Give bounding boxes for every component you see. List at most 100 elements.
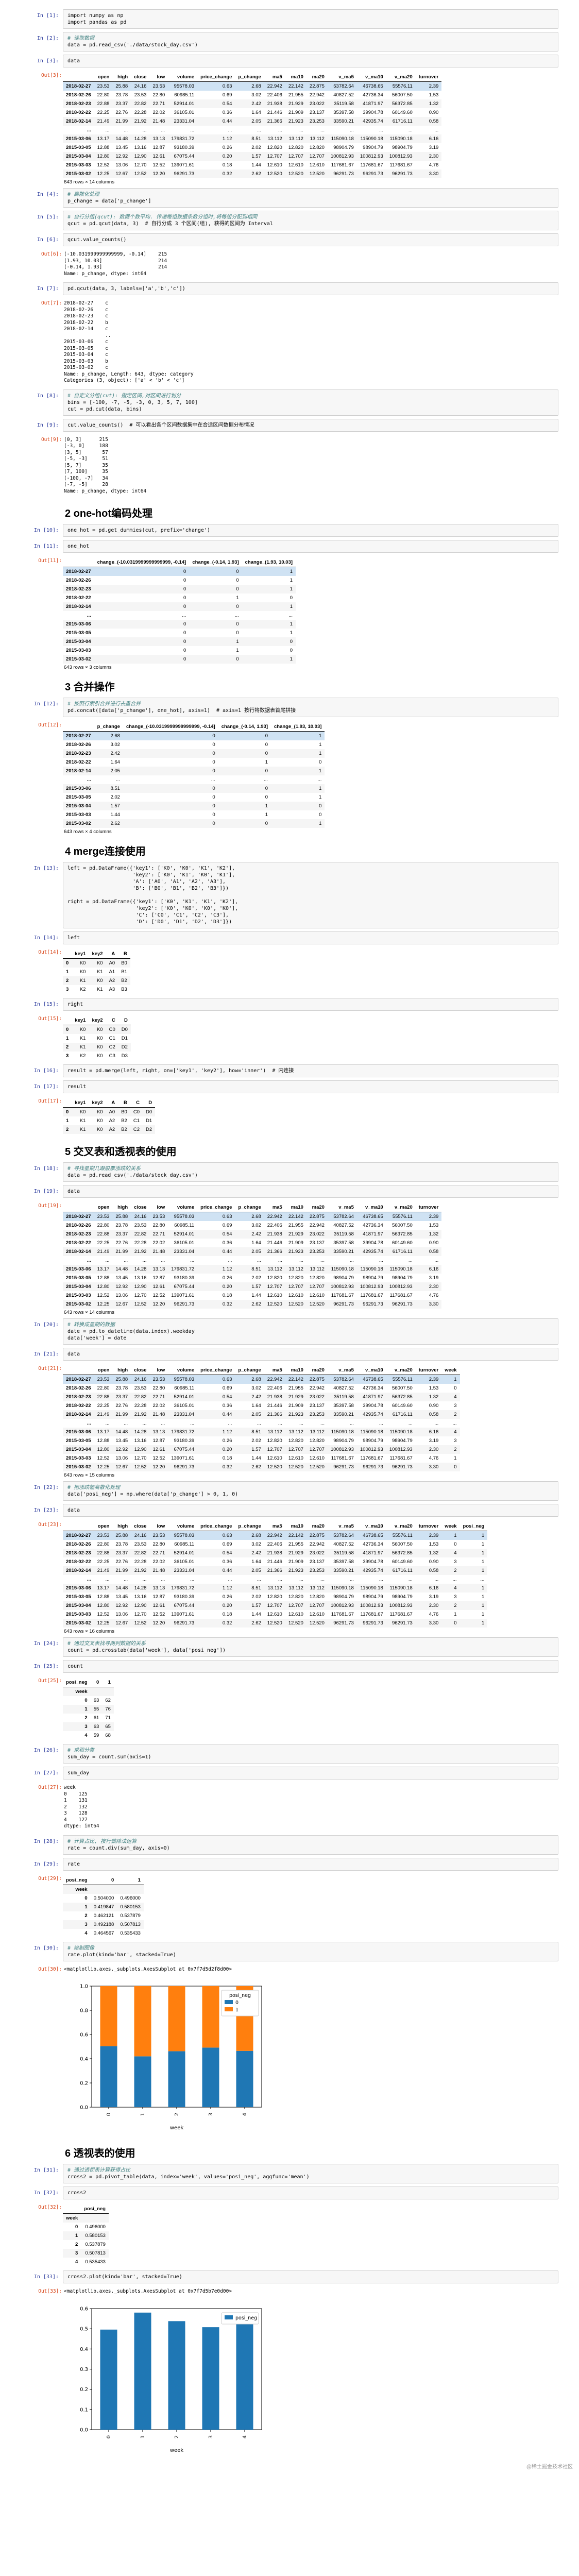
- code-cell[interactable]: In [19]: data: [0, 1185, 579, 1198]
- table-row: 1 K0 K1 A1 B1: [63, 968, 130, 976]
- code-cell[interactable]: In [14]: left: [0, 931, 579, 944]
- code-editor[interactable]: # 离散化处理 p_change = data['p_change']: [63, 188, 558, 208]
- code-cell[interactable]: In [15]: right: [0, 998, 579, 1011]
- code-cell[interactable]: In [16]: result = pd.merge(left, right, o…: [0, 1064, 579, 1077]
- table-row: 2 0.537879: [63, 2240, 109, 2249]
- code-editor[interactable]: left: [63, 931, 558, 944]
- column-header: ma5: [272, 1523, 282, 1529]
- code-editor[interactable]: data: [63, 55, 558, 67]
- column-header: volume: [177, 1367, 195, 1373]
- table-cell: 1: [319, 742, 322, 748]
- code-cell[interactable]: In [3]: data: [0, 55, 579, 67]
- code-editor[interactable]: result = pd.merge(left, right, on=['key1…: [63, 1064, 558, 1077]
- code-editor[interactable]: data: [63, 1348, 558, 1361]
- table-cell: 22.71: [152, 101, 165, 107]
- column-header: ma5: [272, 1205, 282, 1210]
- code-editor[interactable]: pd.qcut(data, 3, labels=['a','b','c']): [63, 282, 558, 295]
- code-cell[interactable]: In [18]: # 寻找星期几跟股票涨跌的关系 data = pd.read_cs…: [0, 1162, 579, 1182]
- code-line: result = pd.merge(left, right, on=['key1…: [67, 1068, 294, 1074]
- code-editor[interactable]: result: [63, 1080, 558, 1093]
- code-cell[interactable]: In [32]: cross2: [0, 2187, 579, 2199]
- table-cell: 23.137: [309, 110, 325, 115]
- table-cell: 23.53: [134, 1385, 147, 1391]
- row-index: 2015-03-04: [66, 154, 91, 159]
- code-cell[interactable]: In [5]: # 自行分组(qcut): 数据个数平均. 传递每组数据条数分组时…: [0, 211, 579, 230]
- table-cell: 41871.97: [363, 1231, 383, 1237]
- code-editor[interactable]: # 寻找星期几跟股票涨跌的关系 data = pd.read_csv('./dat…: [63, 1162, 558, 1182]
- code-cell[interactable]: In [8]: # 自定义分组(cut): 指定区间,对区间进行划分 bins = …: [0, 389, 579, 416]
- output-prompt: [0, 1978, 63, 1982]
- code-editor[interactable]: qcut.value_counts(): [63, 233, 558, 246]
- code-cell[interactable]: In [11]: one_hot: [0, 540, 579, 553]
- column-header: C: [136, 1100, 140, 1106]
- table-cell: 1: [290, 630, 293, 636]
- row-index: ...: [87, 1258, 91, 1263]
- code-cell[interactable]: In [17]: result: [0, 1080, 579, 1093]
- code-editor[interactable]: cut.value_counts() # 可以看出各个区间数据集中在合适区间数据…: [63, 418, 558, 432]
- code-editor[interactable]: data: [63, 1185, 558, 1198]
- table-row: 2018-02-23 2.42 0 0 1: [63, 749, 325, 758]
- table-cell: D1: [121, 1036, 128, 1041]
- code-editor[interactable]: # 转换成星期的数据 date = pd.to_datetime(data.ind…: [63, 1318, 558, 1345]
- code-editor[interactable]: data: [63, 1504, 558, 1517]
- code-cell[interactable]: In [25]: count: [0, 1660, 579, 1673]
- code-cell[interactable]: In [30]: # 绘制图像 rate.plot(kind='bar', stac…: [0, 1941, 579, 1961]
- code-cell[interactable]: In [26]: # 求和分类 sum_day = count.sum(axis=1…: [0, 1744, 579, 1764]
- code-cell[interactable]: In [10]: one_hot = pd.get_dummies(cut, pr…: [0, 524, 579, 537]
- code-editor[interactable]: import numpy as np import pandas as pd: [63, 9, 558, 29]
- code-editor[interactable]: # 自定义分组(cut): 指定区间,对区间进行划分 bins = [-100, …: [63, 389, 558, 416]
- code-cell[interactable]: In [29]: rate: [0, 1857, 579, 1871]
- code-editor[interactable]: sum_day: [63, 1767, 558, 1780]
- table-cell: 0.58: [429, 1249, 439, 1255]
- table-cell: 21.955: [288, 1223, 303, 1228]
- code-editor[interactable]: cross2: [63, 2187, 558, 2199]
- table-cell: ...: [349, 1577, 354, 1582]
- code-cell[interactable]: In [20]: # 转换成星期的数据 date = pd.to_datetime(…: [0, 1318, 579, 1345]
- code-editor[interactable]: # 计算占比, 按行做除法运算 rate = count.div(sum_day,…: [63, 1835, 558, 1855]
- code-cell[interactable]: In [12]: # 按照行索引合并进行去重合并 pd.concat([data['…: [0, 698, 579, 717]
- code-editor[interactable]: # 通过透视表计算获得占比 cross2 = pd.pivot_table(dat…: [63, 2164, 558, 2183]
- code-cell[interactable]: In [13]: left = pd.DataFrame({'key1': ['K…: [0, 862, 579, 928]
- code-cell[interactable]: In [2]: # 读取数据 data = pd.read_csv('./data/…: [0, 32, 579, 52]
- code-editor[interactable]: one_hot = pd.get_dummies(cut, prefix='ch…: [63, 524, 558, 537]
- table-cell: 115090.18: [389, 1429, 413, 1435]
- x-tick-label: 2: [174, 2113, 180, 2116]
- table-cell: 100812.93: [360, 154, 383, 159]
- code-editor[interactable]: # 把涨跌幅离散化处理 data['posi_neg'] = np.where(d…: [63, 1481, 558, 1501]
- code-cell[interactable]: In [28]: # 计算占比, 按行做除法运算 rate = count.div(…: [0, 1835, 579, 1855]
- code-cell[interactable]: In [6]: qcut.value_counts(): [0, 233, 579, 246]
- code-editor[interactable]: one_hot: [63, 540, 558, 553]
- table-cell: ...: [408, 1577, 413, 1582]
- code-editor[interactable]: cross2.plot(kind='bar', stacked=True): [63, 2270, 558, 2283]
- code-editor[interactable]: # 按照行索引合并进行去重合并 pd.concat([data['p_change…: [63, 698, 558, 717]
- code-cell[interactable]: In [27]: sum_day: [0, 1767, 579, 1780]
- code-cell[interactable]: In [31]: # 通过透视表计算获得占比 cross2 = pd.pivot_t…: [0, 2164, 579, 2183]
- code-editor[interactable]: # 读取数据 data = pd.read_csv('./data/stock_d…: [63, 32, 558, 52]
- table-header-row: key1 key2 A B: [63, 950, 130, 959]
- table-cell: 1.57: [251, 154, 261, 159]
- code-editor[interactable]: # 绘制图像 rate.plot(kind='bar', stacked=True…: [63, 1941, 558, 1961]
- code-editor[interactable]: rate: [63, 1857, 558, 1871]
- code-editor[interactable]: # 自行分组(qcut): 数据个数平均. 传递每组数据条数分组时,将每组分配到…: [63, 211, 558, 230]
- code-cell[interactable]: In [21]: data: [0, 1348, 579, 1361]
- cell-body: open high close low volume price_change p_chan…: [63, 1364, 558, 1478]
- code-cell[interactable]: In [9]: cut.value_counts() # 可以看出各个区间数据集中…: [0, 418, 579, 432]
- code-editor[interactable]: left = pd.DataFrame({'key1': ['K0', 'K0'…: [63, 862, 558, 928]
- row-index: 2018-02-27: [66, 569, 91, 574]
- code-editor[interactable]: right: [63, 998, 558, 1011]
- output-cell: Out[7]: 2018-02-27 c 2018-02-26 c 2018-02-2…: [0, 298, 579, 386]
- code-cell[interactable]: In [1]: import numpy as np import pandas a…: [0, 9, 579, 29]
- code-cell[interactable]: In [23]: data: [0, 1504, 579, 1517]
- column-header: p_change: [97, 724, 120, 730]
- code-cell[interactable]: In [7]: pd.qcut(data, 3, labels=['a','b',…: [0, 282, 579, 295]
- code-editor[interactable]: count: [63, 1660, 558, 1673]
- cell-body: cut.value_counts() # 可以看出各个区间数据集中在合适区间数据…: [63, 418, 558, 432]
- code-cell[interactable]: In [33]: cross2.plot(kind='bar', stacked=…: [0, 2270, 579, 2283]
- code-cell[interactable]: In [4]: # 离散化处理 p_change = data['p_change'…: [0, 188, 579, 208]
- code-editor[interactable]: # 通过交叉表找寻两列数据的关系 count = pd.crosstab(data…: [63, 1637, 558, 1657]
- code-editor[interactable]: # 求和分类 sum_day = count.sum(axis=1): [63, 1744, 558, 1764]
- output-prompt: [0, 2300, 63, 2304]
- code-cell[interactable]: In [22]: # 把涨跌幅离散化处理 data['posi_neg'] = np…: [0, 1481, 579, 1501]
- code-cell[interactable]: In [24]: # 通过交叉表找寻两列数据的关系 count = pd.cross…: [0, 1637, 579, 1657]
- table-cell: 22.82: [134, 1550, 147, 1556]
